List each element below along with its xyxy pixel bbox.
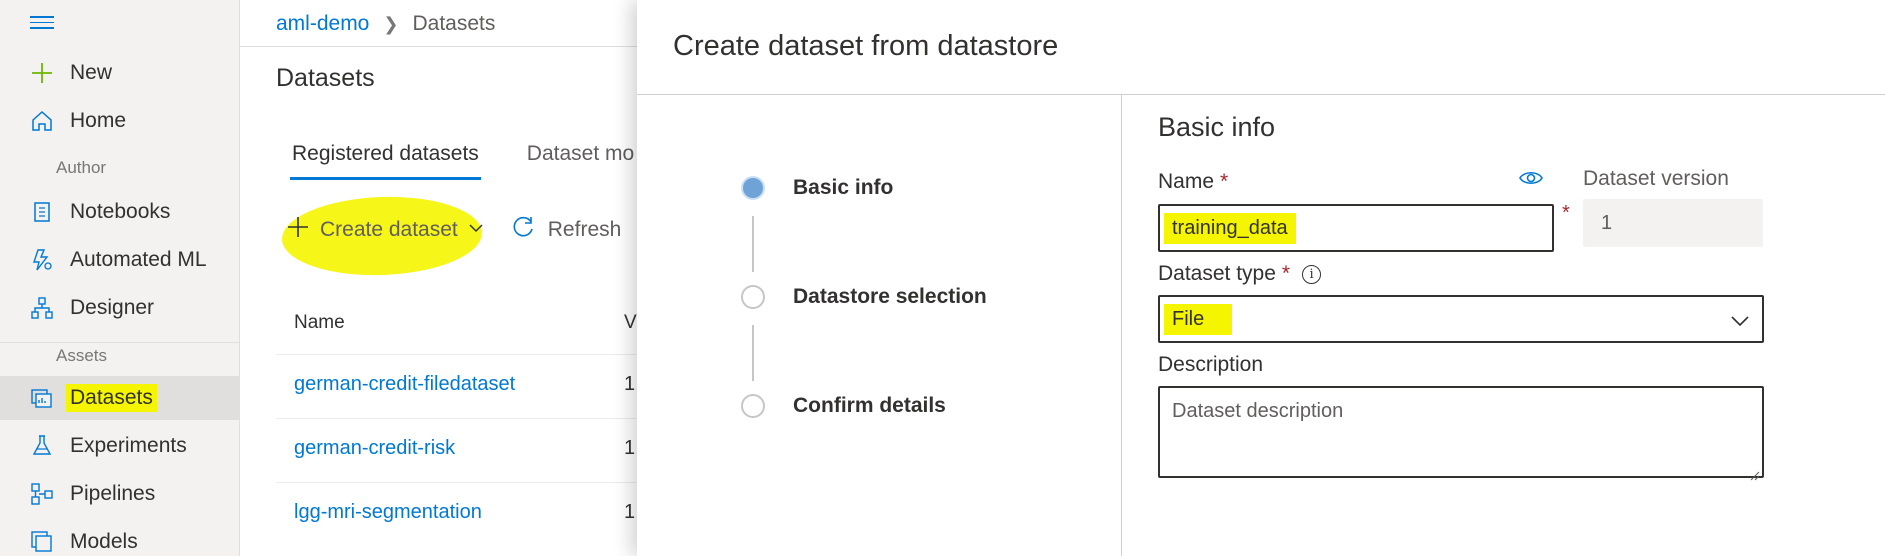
description-placeholder: Dataset description: [1172, 400, 1344, 422]
refresh-icon: [510, 214, 536, 246]
nav-item-automated-ml[interactable]: Automated ML: [0, 238, 240, 282]
nav-label-new: New: [70, 61, 113, 84]
datasets-icon: [28, 384, 56, 412]
dataset-tabs: Registered datasets Dataset mo: [290, 142, 634, 180]
breadcrumb-workspace-link[interactable]: aml-demo: [276, 12, 369, 36]
nav-section-assets: Assets: [56, 346, 108, 365]
designer-icon: [28, 294, 56, 322]
column-header-name[interactable]: Name: [294, 312, 345, 333]
panel-column-divider: [1121, 95, 1122, 556]
table-row[interactable]: german-credit-filedataset 1: [276, 354, 636, 418]
dataset-version-label: Dataset version: [1583, 167, 1729, 190]
plus-icon: [28, 59, 56, 87]
create-dataset-button[interactable]: Create dataset: [280, 193, 484, 279]
automl-icon: [28, 246, 56, 274]
nav-item-pipelines[interactable]: Pipelines: [0, 472, 240, 516]
step-label: Datastore selection: [793, 285, 987, 308]
step-confirm-details[interactable]: Confirm details: [741, 394, 946, 418]
resize-handle-icon[interactable]: [1750, 464, 1760, 481]
info-icon[interactable]: i: [1302, 264, 1322, 284]
nav-item-designer[interactable]: Designer: [0, 286, 240, 330]
name-input[interactable]: training_data: [1158, 204, 1554, 252]
dataset-name-link[interactable]: german-credit-filedataset: [294, 373, 515, 396]
tab-registered-datasets[interactable]: Registered datasets: [290, 142, 481, 180]
form-heading: Basic info: [1158, 112, 1276, 142]
pipelines-icon: [28, 480, 56, 508]
name-label-text: Name: [1158, 170, 1215, 193]
chevron-right-icon: ❯: [383, 13, 399, 34]
nav-item-experiments[interactable]: Experiments: [0, 424, 240, 468]
toolbar: Create dataset Refresh: [280, 193, 622, 279]
name-input-value: training_data: [1164, 212, 1296, 244]
name-label: Name *: [1158, 170, 1228, 194]
panel-title: Create dataset from datastore: [673, 30, 1059, 62]
page-title: Datasets: [276, 64, 375, 92]
flask-icon: [28, 432, 56, 460]
nav-item-home[interactable]: Home: [0, 99, 240, 143]
dataset-version: 1: [624, 373, 636, 395]
required-asterisk: *: [1281, 262, 1291, 285]
table-row[interactable]: german-credit-risk 1: [276, 418, 636, 482]
step-label: Basic info: [793, 176, 894, 199]
home-icon: [28, 107, 56, 135]
step-indicator: [741, 394, 765, 418]
breadcrumb: aml-demo ❯ Datasets: [276, 12, 495, 36]
table-header: Name V: [294, 312, 637, 334]
nav-item-new[interactable]: New: [0, 51, 240, 95]
notebook-icon: [28, 198, 56, 226]
nav-label-models: Models: [70, 530, 138, 553]
nav-label-designer: Designer: [70, 296, 155, 319]
dataset-version-value: 1: [1601, 211, 1613, 234]
nav-divider: [0, 342, 240, 343]
create-dataset-label: Create dataset: [320, 218, 458, 241]
dataset-version: 1: [624, 437, 636, 459]
dataset-type-label-text: Dataset type: [1158, 262, 1276, 285]
nav-section-author: Author: [56, 158, 107, 177]
step-basic-info[interactable]: Basic info: [741, 176, 893, 200]
required-asterisk: *: [1562, 202, 1570, 224]
panel-header-divider: [637, 94, 1885, 95]
dataset-name-link[interactable]: german-credit-risk: [294, 437, 455, 460]
dataset-name-link[interactable]: lgg-mri-segmentation: [294, 501, 482, 524]
step-current-indicator: [741, 176, 765, 200]
create-dataset-panel: Create dataset from datastore Basic info…: [637, 0, 1885, 556]
required-asterisk: *: [1220, 170, 1229, 193]
nav-item-notebooks[interactable]: Notebooks: [0, 190, 240, 234]
chevron-down-icon: [468, 218, 484, 242]
plus-icon: [286, 215, 310, 245]
dataset-type-dropdown[interactable]: File: [1158, 295, 1764, 343]
step-indicator: [741, 285, 765, 309]
nav-label-experiments: Experiments: [70, 434, 187, 457]
refresh-button[interactable]: Refresh: [510, 214, 622, 246]
dataset-type-value: File: [1164, 303, 1233, 335]
nav-item-models[interactable]: Models: [0, 520, 240, 556]
hamburger-menu-icon[interactable]: [30, 16, 54, 30]
table-row[interactable]: lgg-mri-segmentation 1: [276, 482, 636, 546]
nav-label-pipelines: Pipelines: [70, 482, 156, 505]
nav-item-datasets[interactable]: Datasets: [0, 376, 240, 420]
nav-label-notebooks: Notebooks: [70, 200, 171, 223]
column-header-version[interactable]: V: [624, 312, 637, 334]
step-datastore-selection[interactable]: Datastore selection: [741, 285, 987, 309]
refresh-label: Refresh: [547, 218, 622, 241]
nav-label-home: Home: [70, 109, 127, 132]
eye-icon[interactable]: [1518, 168, 1544, 193]
left-nav: New Home Author Notebooks Automated ML D…: [0, 0, 240, 556]
dataset-type-label: Dataset type * i: [1158, 262, 1322, 286]
tab-dataset-monitors[interactable]: Dataset mo: [527, 142, 634, 166]
description-label: Description: [1158, 353, 1264, 376]
dataset-version-input: 1: [1583, 199, 1763, 247]
step-connector: [752, 325, 754, 381]
header-divider: [240, 46, 640, 47]
breadcrumb-current: Datasets: [412, 12, 496, 35]
description-textarea[interactable]: Dataset description: [1158, 386, 1764, 481]
chevron-down-icon: [1730, 311, 1750, 334]
models-icon: [28, 528, 56, 556]
nav-label-datasets: Datasets: [66, 384, 157, 412]
nav-label-automated-ml: Automated ML: [70, 248, 207, 271]
dataset-version: 1: [624, 501, 636, 523]
step-label: Confirm details: [793, 394, 946, 417]
step-connector: [752, 216, 754, 272]
